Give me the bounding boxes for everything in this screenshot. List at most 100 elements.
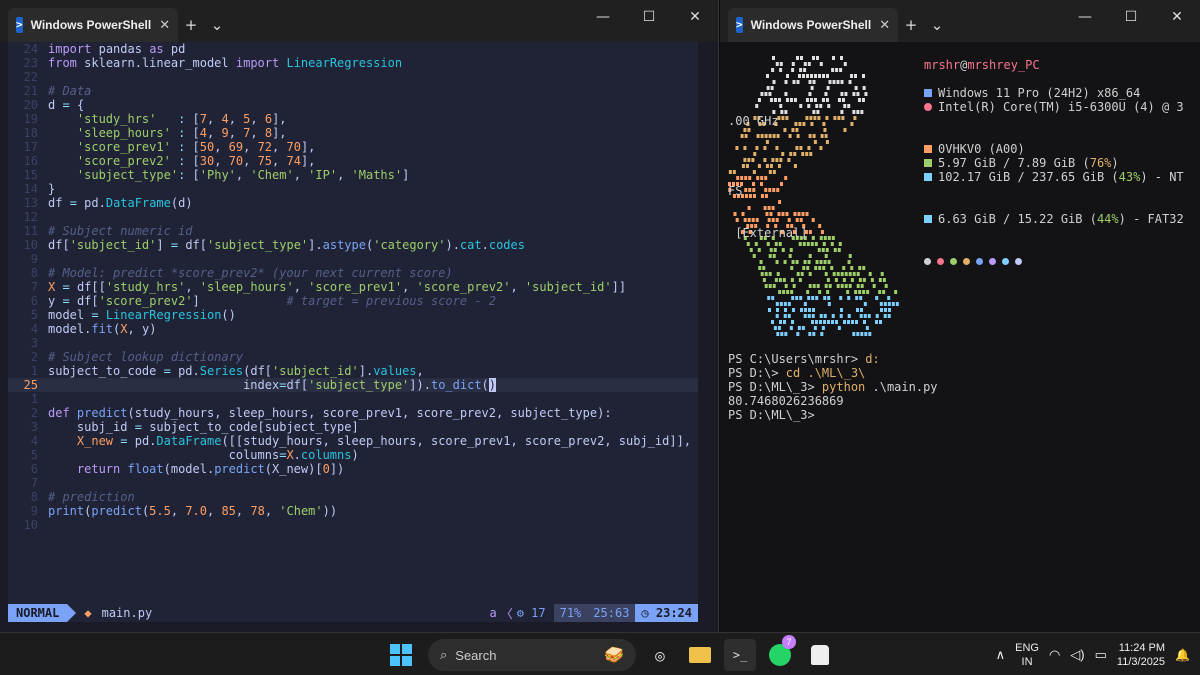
code-line[interactable]: 10 <box>8 518 698 532</box>
search-box[interactable]: ⌕ Search 🥪 <box>428 639 636 671</box>
code-line[interactable]: 9 print(predict(5.5, 7.0, 85, 78, 'Chem')… <box>8 504 698 518</box>
file-diamond-icon: ◆ <box>84 606 92 620</box>
app-icon[interactable] <box>804 639 836 671</box>
tab-dropdown-button[interactable]: ⌄ <box>924 8 950 42</box>
code-line[interactable]: 16 'score_prev2' : [30, 70, 75, 74], <box>8 154 698 168</box>
logo-dot <box>818 290 822 294</box>
code-line[interactable]: 1 subject_to_code = pd.Series(df['subject… <box>8 364 698 378</box>
code-line[interactable]: 19 'study_hrs' : [7, 4, 5, 6], <box>8 112 698 126</box>
logo-dot <box>821 326 825 330</box>
logo-dot <box>868 272 872 276</box>
volume-icon[interactable]: ◁) <box>1070 647 1084 663</box>
logo-dot <box>803 302 807 306</box>
code-line[interactable]: 2 # Subject lookup dictionary <box>8 350 698 364</box>
code-line[interactable]: 4 model.fit(X, y) <box>8 322 698 336</box>
code-editor[interactable]: 24 import pandas as pd 23 from sklearn.line… <box>8 42 698 604</box>
tab-close-icon[interactable]: ✕ <box>159 17 170 33</box>
line-number: 2 <box>30 350 38 364</box>
chevron-up-icon[interactable]: ∧ <box>996 647 1006 663</box>
code-text: subject_to_code = pd.Series(df['subject_… <box>48 364 424 378</box>
clock[interactable]: 11:24 PM 11/3/2025 <box>1117 641 1165 669</box>
code-line[interactable]: 11 # Subject numeric id <box>8 224 698 238</box>
battery-icon[interactable]: ▭ <box>1095 647 1107 663</box>
code-line[interactable]: 18 'sleep_hours' : [4, 9, 7, 8], <box>8 126 698 140</box>
logo-dot <box>816 284 820 288</box>
code-line[interactable]: 24 import pandas as pd <box>8 42 698 56</box>
code-line[interactable]: 25 index=df['subject_type']).to_dict() <box>8 378 698 392</box>
chrome-app-icon[interactable]: ◎ <box>644 639 676 671</box>
code-line[interactable]: 6 return float(model.predict(X_new)[0]) <box>8 462 698 476</box>
code-line[interactable]: 6 y = df['score_prev2'] # target = previo… <box>8 294 698 308</box>
palette-dot <box>1002 258 1009 265</box>
code-line[interactable]: 8 # prediction <box>8 490 698 504</box>
code-line[interactable]: 7 <box>8 476 698 490</box>
terminal-app-icon[interactable]: >_ <box>724 639 756 671</box>
code-line[interactable]: 13 df = pd.DataFrame(d) <box>8 196 698 210</box>
line-number: 12 <box>23 210 38 224</box>
code-line[interactable]: 23 from sklearn.linear_model import Linea… <box>8 56 698 70</box>
logo-dot <box>778 278 782 282</box>
line-number: 7 <box>30 476 38 490</box>
code-line[interactable]: 3 <box>8 336 698 350</box>
notification-icon[interactable]: 🔔 <box>1175 648 1190 662</box>
language-indicator[interactable]: ENG IN <box>1015 641 1039 669</box>
code-line[interactable]: 15 'subject_type': ['Phy', 'Chem', 'IP',… <box>8 168 698 182</box>
line-number: 18 <box>23 126 38 140</box>
system-tray: ∧ ENG IN ◠ ◁) ▭ 11:24 PM 11/3/2025 🔔 <box>996 641 1190 669</box>
code-lines[interactable]: 24 import pandas as pd 23 from sklearn.line… <box>8 42 698 532</box>
current-prompt[interactable]: PS D:\ML\_3> <box>728 408 938 422</box>
file-explorer-icon[interactable] <box>684 639 716 671</box>
tab-title: Windows PowerShell <box>30 18 152 32</box>
code-line[interactable]: 3 subj_id = subject_to_code[subject_type… <box>8 420 698 434</box>
close-button[interactable]: ✕ <box>1154 0 1200 34</box>
code-line[interactable]: 7 X = df[['study_hrs', 'sleep_hours', 'sc… <box>8 280 698 294</box>
maximize-button[interactable]: ☐ <box>1108 0 1154 34</box>
line-number: 8 <box>30 266 38 280</box>
code-line[interactable]: 5 model = LinearRegression() <box>8 308 698 322</box>
tab-dropdown-button[interactable]: ⌄ <box>204 8 230 42</box>
close-button[interactable]: ✕ <box>672 0 718 34</box>
minimize-button[interactable]: — <box>580 0 626 34</box>
wifi-icon[interactable]: ◠ <box>1049 647 1060 663</box>
line-number: 15 <box>23 168 38 182</box>
logo-dot <box>836 284 840 288</box>
code-line[interactable]: 10 df['subject_id'] = df['subject_type'].… <box>8 238 698 252</box>
code-line[interactable]: 8 # Model: predict *score_prev2* (your ne… <box>8 266 698 280</box>
code-text: columns=X.columns) <box>228 448 359 462</box>
code-line[interactable]: 14} <box>8 182 698 196</box>
minimize-button[interactable]: — <box>1062 0 1108 34</box>
command: cd .\ML\_3\ <box>785 366 866 380</box>
code-line[interactable]: 12 <box>8 210 698 224</box>
code-line[interactable]: 2 def predict(study_hours, sleep_hours, s… <box>8 406 698 420</box>
new-tab-button[interactable]: + <box>898 8 924 42</box>
logo-dot <box>848 284 852 288</box>
logo-dot <box>839 314 843 318</box>
code-line[interactable]: 22 <box>8 70 698 84</box>
lang-top: ENG <box>1015 642 1039 654</box>
logo-dot <box>783 308 787 312</box>
start-button[interactable] <box>390 644 412 666</box>
code-line[interactable]: 17 'score_prev1' : [50, 69, 72, 70], <box>8 140 698 154</box>
memory-info: 5.97 GiB / 7.89 GiB ( <box>938 156 1090 170</box>
whatsapp-app-icon[interactable]: 7 <box>764 635 796 671</box>
logo-dot <box>782 278 786 282</box>
code-line[interactable]: 21 # Data <box>8 84 698 98</box>
logo-dot <box>819 314 823 318</box>
line-number: 1 <box>30 364 38 378</box>
tab-close-icon[interactable]: ✕ <box>879 17 890 33</box>
line-number: 11 <box>23 224 38 238</box>
tab-powershell[interactable]: > Windows PowerShell ✕ <box>8 8 178 42</box>
tab-powershell[interactable]: > Windows PowerShell ✕ <box>728 8 898 42</box>
code-line[interactable]: 1 <box>8 392 698 406</box>
command-arg: .\main.py <box>865 380 938 394</box>
maximize-button[interactable]: ☐ <box>626 0 672 34</box>
code-line[interactable]: 4 X_new = pd.DataFrame([[study_hours, sl… <box>8 434 698 448</box>
code-line[interactable]: 5 columns=X.columns) <box>8 448 698 462</box>
powershell-icon: > <box>16 17 23 33</box>
code-line[interactable]: 9 <box>8 252 698 266</box>
logo-dot <box>842 278 846 282</box>
code-line[interactable]: 20 d = { <box>8 98 698 112</box>
logo-dot <box>836 272 840 276</box>
terminal-output[interactable]: mrshr@mrshrey_PC Windows 11 Pro (24H2) x… <box>728 42 1200 632</box>
new-tab-button[interactable]: + <box>178 8 204 42</box>
